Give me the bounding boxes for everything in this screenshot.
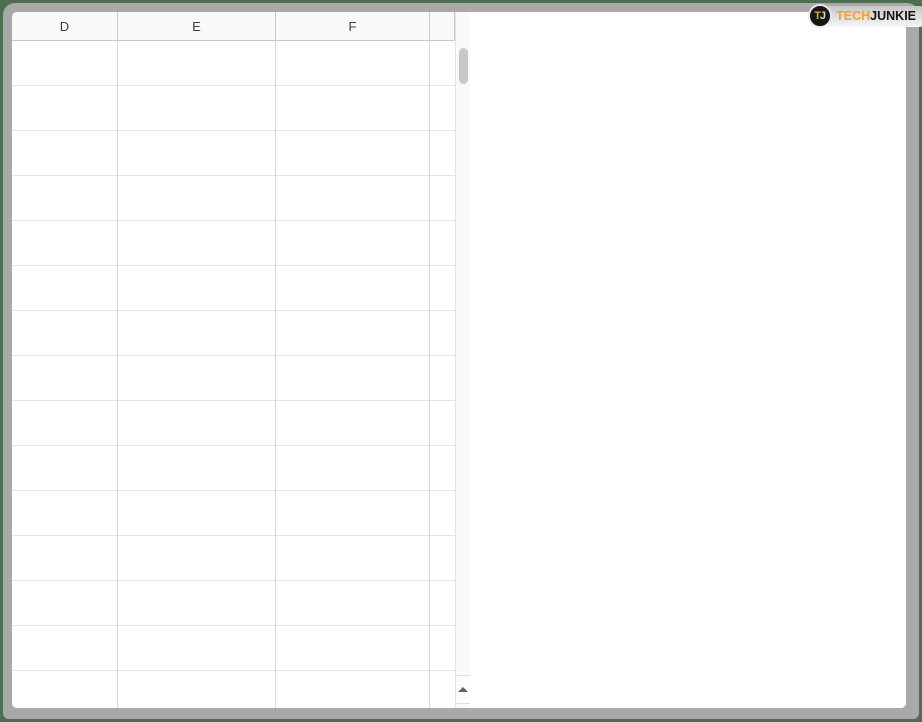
grid-row[interactable]: [12, 671, 455, 708]
conditional-format-panel: Single color Color scale Apply to range …: [470, 12, 906, 708]
grid-row[interactable]: [12, 131, 455, 176]
techjunkie-wordmark: TECHJUNKIE: [822, 6, 922, 27]
techjunkie-watermark: TJ TECHJUNKIE: [808, 2, 922, 30]
grid-row[interactable]: [12, 86, 455, 131]
grid-line: [275, 41, 276, 708]
grid-row[interactable]: [12, 491, 455, 536]
arrow-up-icon: [458, 687, 468, 692]
grid-row[interactable]: [12, 221, 455, 266]
spreadsheet-grid[interactable]: [12, 41, 455, 708]
grid-row[interactable]: [12, 581, 455, 626]
grid-row[interactable]: [12, 311, 455, 356]
techjunkie-logo-icon: TJ: [808, 4, 832, 28]
badge-letter-j: J: [820, 10, 826, 22]
wordmark-tech: TECH: [836, 9, 870, 23]
column-header-stub[interactable]: [430, 12, 455, 40]
column-header-d[interactable]: D: [12, 12, 118, 40]
sheet-vertical-scrollbar[interactable]: [455, 12, 470, 708]
column-header-e[interactable]: E: [118, 12, 276, 40]
scrollbar-thumb[interactable]: [459, 48, 468, 84]
wordmark-junkie: JUNKIE: [870, 9, 916, 23]
grid-row[interactable]: [12, 41, 455, 86]
grid-row[interactable]: [12, 401, 455, 446]
grid-row[interactable]: [12, 266, 455, 311]
spreadsheet-area: DEF: [12, 12, 470, 708]
grid-row[interactable]: [12, 356, 455, 401]
grid-line: [429, 41, 430, 708]
grid-line: [117, 41, 118, 708]
column-header-row: DEF: [12, 12, 455, 41]
grid-row[interactable]: [12, 176, 455, 221]
column-header-f[interactable]: F: [276, 12, 430, 40]
grid-row[interactable]: [12, 446, 455, 491]
grid-row[interactable]: [12, 626, 455, 671]
app-window: DEF Single color Color scale Apply to ra…: [12, 12, 906, 708]
scroll-up-button[interactable]: [456, 675, 470, 704]
grid-row[interactable]: [12, 536, 455, 581]
